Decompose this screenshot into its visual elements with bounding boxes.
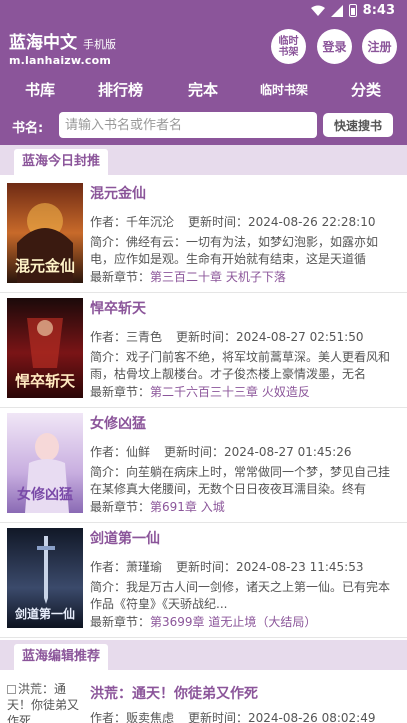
book-meta: 作者：萧瑾瑜 更新时间：2024-08-23 11:45:53 [90,558,395,575]
book-intro: 简介：戏子门前客不绝，将军坟前蒿草深。美人更看风和雨，枯骨坟上靓楼台。才子俊杰楼… [90,350,391,381]
section-header-top: 蓝海今日封推 [0,145,407,175]
site-sub: 手机版 [83,38,116,51]
latest-label: 最新章节： [90,385,151,399]
nav-finished[interactable]: 完本 [188,79,218,100]
register-button[interactable]: 注册 [362,29,397,64]
nav-temp-shelf[interactable]: 临时书架 [260,81,308,98]
book-title[interactable]: 女修凶猛 [90,413,146,433]
book-latest: 最新章节：第二千六百三十三章 火奴造反 [90,383,395,400]
book-cover[interactable]: 悍卒斩天 [7,298,83,398]
book-cover-art: 女修凶猛 [7,413,83,513]
latest-chapter-link[interactable]: 第3699章 道无止境（大结局） [150,615,316,629]
latest-chapter-link[interactable]: 第三百二十章 天机子下落 [150,270,286,284]
nav-library[interactable]: 书库 [25,79,55,100]
book-item[interactable]: 洪荒：通天！你徒弟又作死 洪荒：通天！你徒弟又作死 作者：贩卖焦虑 更新时间：20… [0,673,407,723]
book-item[interactable]: 剑道第一仙 剑道第一仙 作者：萧瑾瑜 更新时间：2024-08-23 11:45:… [0,523,407,638]
book-cover[interactable]: 剑道第一仙 [7,528,83,628]
section-title-top: 蓝海今日封推 [14,149,109,175]
search-bar: 书名: 快速搜书 [0,108,407,145]
section-title-editor: 蓝海编辑推荐 [14,644,109,670]
nav-category[interactable]: 分类 [351,79,381,100]
temp-shelf-button[interactable]: 临时书架 [271,29,306,64]
login-button[interactable]: 登录 [317,29,352,64]
book-latest: 最新章节：第3699章 道无止境（大结局） [90,613,395,630]
status-time: 8:43 [362,3,395,18]
book-item[interactable]: 混元金仙 混元金仙 作者：千年沉沦 更新时间：2024-08-26 22:28:1… [0,178,407,293]
status-bar: 8:43 [0,0,407,24]
book-meta: 作者：仙鲜 更新时间：2024-08-27 01:45:26 [90,443,395,460]
wifi-icon [310,5,325,16]
site-name: 蓝海中文 [9,33,77,53]
site-brand[interactable]: 蓝海中文 手机版 m.lanhaizw.com [9,28,116,67]
book-cover-art: 混元金仙 [7,183,83,283]
temp-shelf-label: 临时书架 [278,35,299,58]
book-author: 作者：三青色 [90,330,163,344]
signal-icon [330,4,343,17]
book-intro: 简介：向苼躺在病床上时，常常做同一个梦，梦见自己挂在某修真大佬腰间，无数个日日夜… [90,465,391,496]
latest-label: 最新章节： [90,615,151,629]
book-updated: 更新时间：2024-08-23 11:45:53 [176,560,364,574]
search-label: 书名: [12,121,44,136]
battery-icon [348,4,357,17]
latest-label: 最新章节： [90,270,151,284]
site-url: m.lanhaizw.com [9,54,112,67]
book-updated: 更新时间：2024-08-27 01:45:26 [164,445,352,459]
cover-title: 剑道第一仙 [14,606,75,621]
book-intro: 简介：佛经有云：一切有为法，如梦幻泡影，如露亦如电，应作如是观。生命有开始就有结… [90,235,379,266]
book-meta: 作者：千年沉沦 更新时间：2024-08-26 22:28:10 [90,213,395,230]
book-title[interactable]: 洪荒：通天！你徒弟又作死 [90,683,258,703]
site-header: 蓝海中文 手机版 m.lanhaizw.com 临时书架 登录 注册 [0,24,407,70]
search-input[interactable] [59,112,317,138]
book-cover-broken-image[interactable]: 洪荒：通天！你徒弟又作死 [7,681,79,723]
main-nav: 书库 排行榜 完本 临时书架 分类 [0,70,407,108]
broken-image-icon [7,685,16,694]
latest-label: 最新章节： [90,500,151,514]
book-author: 作者：贩卖焦虑 [90,711,175,723]
book-title[interactable]: 悍卒斩天 [90,298,146,318]
book-cover[interactable]: 女修凶猛 [7,413,83,513]
cover-title: 悍卒斩天 [15,372,76,390]
cover-title: 混元金仙 [15,257,75,275]
book-author: 作者：千年沉沦 [90,215,175,229]
book-cover-art: 悍卒斩天 [7,298,83,398]
book-author: 作者：仙鲜 [90,445,151,459]
book-title[interactable]: 混元金仙 [90,183,146,203]
cover-title: 女修凶猛 [17,486,73,503]
book-updated: 更新时间：2024-08-26 08:02:49 [188,711,376,723]
book-cover-alt: 洪荒：通天！你徒弟又作死 [7,682,80,723]
book-latest: 最新章节：第691章 入城 [90,498,395,515]
book-cover-art: 剑道第一仙 [7,528,83,628]
book-meta: 作者：贩卖焦虑 更新时间：2024-08-26 08:02:49 [90,709,395,723]
book-cover[interactable]: 混元金仙 [7,183,83,283]
book-author: 作者：萧瑾瑜 [90,560,163,574]
book-item[interactable]: 女修凶猛 女修凶猛 作者：仙鲜 更新时间：2024-08-27 01:45:26 … [0,408,407,523]
latest-chapter-link[interactable]: 第二千六百三十三章 火奴造反 [150,385,310,399]
book-updated: 更新时间：2024-08-26 22:28:10 [188,215,376,229]
latest-chapter-link[interactable]: 第691章 入城 [150,500,225,514]
nav-ranking[interactable]: 排行榜 [98,79,143,100]
quick-search-button[interactable]: 快速搜书 [322,112,394,138]
section-header-editor: 蓝海编辑推荐 [0,640,407,670]
book-item[interactable]: 悍卒斩天 悍卒斩天 作者：三青色 更新时间：2024-08-27 02:51:50… [0,293,407,408]
book-intro: 简介：我是万古人间一剑修，诸天之上第一仙。已有完本作品《符皇》《天骄战纪... [90,580,391,611]
book-title[interactable]: 剑道第一仙 [90,528,160,548]
book-meta: 作者：三青色 更新时间：2024-08-27 02:51:50 [90,328,395,345]
book-updated: 更新时间：2024-08-27 02:51:50 [176,330,364,344]
book-latest: 最新章节：第三百二十章 天机子下落 [90,268,395,285]
